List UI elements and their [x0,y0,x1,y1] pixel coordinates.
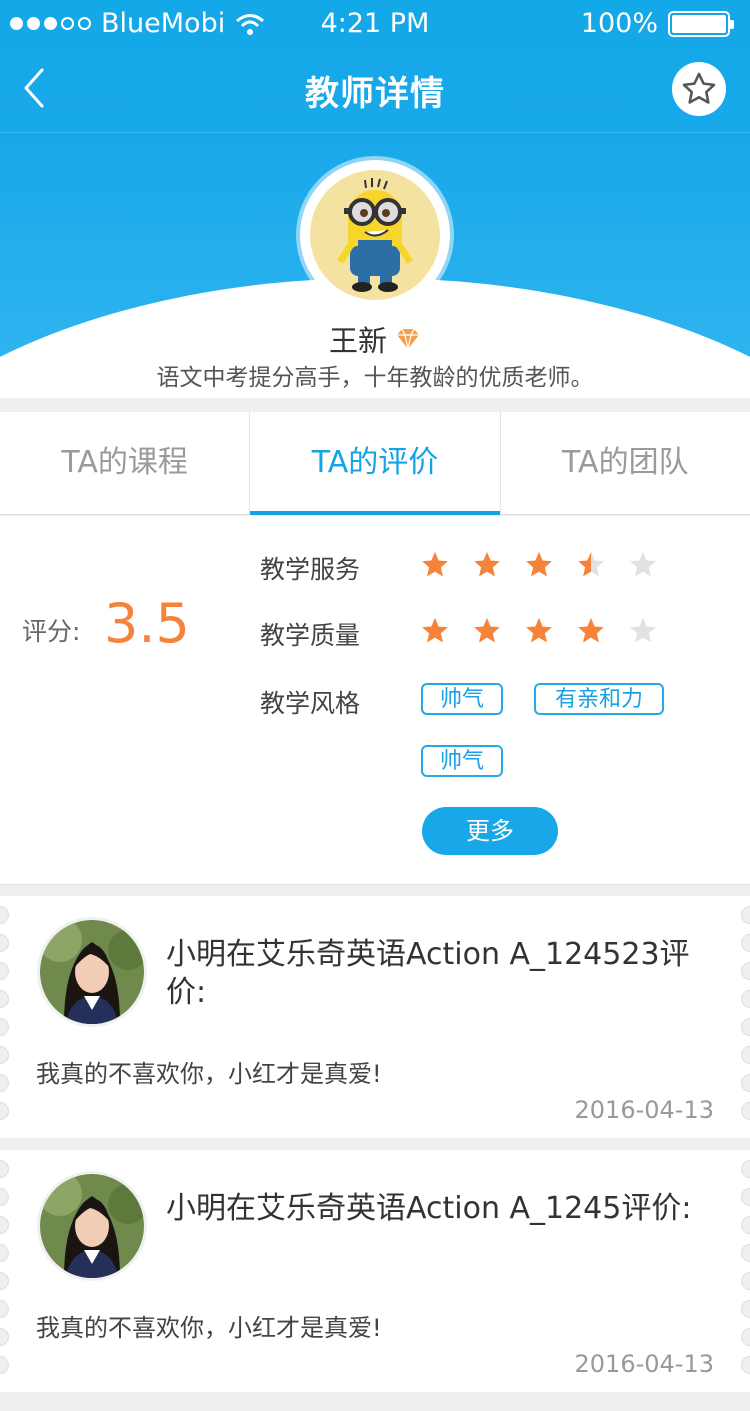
score-value: 3.5 [104,592,190,655]
tab-reviews[interactable]: TA的评价 [249,412,500,515]
battery-icon [668,10,734,37]
review-title: 小明在艾乐奇英语Action A_1245评价: [166,1191,692,1226]
quality-stars [420,616,658,646]
review-date: 2016-04-13 [574,1096,714,1124]
teacher-name: 王新 [328,324,387,358]
reviewer-avatar[interactable] [40,920,144,1024]
reviewer-avatar[interactable] [40,1174,144,1278]
service-stars [420,550,658,580]
service-star-icon [474,551,500,577]
review-title: 小明在艾乐奇英语Action A_124523评价: [166,937,690,1010]
header: BlueMobi 4:21 PM 100% 教师详情 王新 语文中考提分高手，十… [0,0,750,398]
card-edge-holes [0,1160,9,1374]
teacher-description: 语文中考提分高手，十年教龄的优质老师。 [156,365,594,391]
favorite-button[interactable] [672,62,726,116]
battery-percent: 100% [580,8,658,39]
nav-bar: 教师详情 [0,50,750,130]
quality-star-icon [630,617,656,643]
service-label: 教学服务 [260,555,361,584]
card-edge-holes [0,906,9,1120]
style-label: 教学风格 [260,689,361,718]
review-date: 2016-04-13 [574,1350,714,1378]
teacher-avatar [300,160,450,310]
style-tag: 帅气 [421,745,503,777]
tab-courses[interactable]: TA的课程 [0,412,249,514]
service-star-icon [526,551,552,577]
quality-star-icon [578,617,604,643]
quality-star-icon [474,617,500,643]
tab-bar: TA的课程 TA的评价 TA的团队 [0,412,750,515]
score-label: 评分: [22,617,81,646]
quality-label: 教学质量 [260,621,361,650]
card-edge-holes [741,906,750,1120]
review-text: 我真的不喜欢你，小红才是真爱! [36,1060,382,1088]
status-bar: BlueMobi 4:21 PM 100% [0,0,750,50]
page-title: 教师详情 [305,74,445,114]
more-button[interactable]: 更多 [422,807,558,855]
review-card: 小明在艾乐奇英语Action A_1245评价: 我真的不喜欢你，小红才是真爱!… [0,1150,750,1392]
style-tag: 有亲和力 [534,683,664,715]
quality-star-icon [526,617,552,643]
service-star-icon [422,551,448,577]
service-star-icon [578,551,604,577]
tab-team[interactable]: TA的团队 [499,412,750,514]
style-tag: 帅气 [421,683,503,715]
review-card: 小明在艾乐奇英语Action A_124523评价: 我真的不喜欢你，小红才是真… [0,896,750,1138]
quality-star-icon [422,617,448,643]
review-text: 我真的不喜欢你，小红才是真爱! [36,1314,382,1342]
diamond-icon [397,328,419,350]
rating-panel: 评分: 3.5 教学服务 教学质量 教学风格 帅气 有亲和力 帅气 更多 [0,516,750,885]
star-outline-icon [682,72,716,104]
service-star-icon [630,551,656,577]
card-edge-holes [741,1160,750,1374]
